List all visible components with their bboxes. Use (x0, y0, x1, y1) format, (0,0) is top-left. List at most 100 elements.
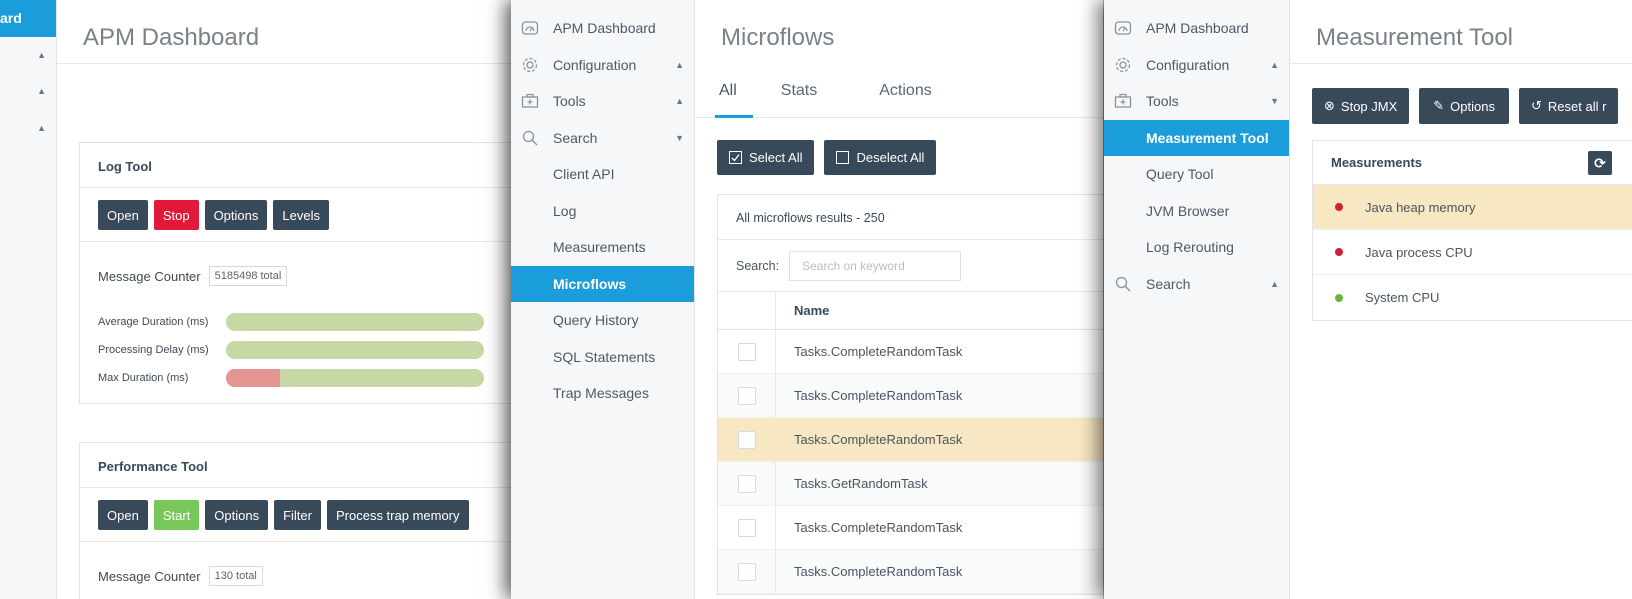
status-dot-green (1335, 293, 1343, 302)
sidebar-item-label: APM Dashboard (553, 20, 656, 37)
tab-bar: All Stats Actions (695, 64, 1103, 118)
table-row[interactable]: Tasks.CompleteRandomTask (718, 418, 1103, 462)
log-tool-toolbar: Open Stop Options Levels (80, 188, 540, 242)
sidebar-item-measurements[interactable]: Measurements (511, 229, 694, 266)
chevron-up-icon: ▲ (1270, 278, 1279, 289)
sidebar-item-sql-statements[interactable]: SQL Statements (511, 339, 694, 376)
sidebar-item-label: Search (553, 129, 598, 146)
tab-all[interactable]: All (715, 64, 753, 118)
page-title: Microflows (721, 24, 835, 51)
table-row[interactable]: Tasks.CompleteRandomTask (718, 506, 1103, 550)
sidebar-item-label: Query History (553, 312, 639, 329)
button-label: Stop JMX (1340, 98, 1398, 114)
row-checkbox[interactable] (718, 506, 776, 549)
row-checkbox[interactable] (718, 550, 776, 593)
tab-actions[interactable]: Actions (863, 64, 947, 117)
column-header-name[interactable]: Name (776, 303, 829, 318)
results-label: All microflows results (736, 211, 853, 225)
reset-all-button[interactable]: ↺ Reset all r (1518, 88, 1619, 124)
refresh-icon[interactable]: ⟳ (1588, 151, 1612, 175)
list-item[interactable]: System CPU (1313, 275, 1632, 320)
sidebar-item-apm-dashboard[interactable]: APM Dashboard (511, 10, 694, 47)
microflow-name: Tasks.CompleteRandomTask (794, 520, 963, 535)
table-row[interactable]: Tasks.CompleteRandomTask (718, 374, 1103, 418)
sidebar-item-trap-messages[interactable]: Trap Messages (511, 375, 694, 412)
row-checkbox[interactable] (718, 330, 776, 373)
apm-dashboard-panel: ard ▲ ▲ ▲ APM Dashboard Log Tool Open Sto… (0, 0, 540, 599)
search-icon (1112, 273, 1134, 295)
sidebar-item-tools[interactable]: Tools ▼ (1104, 83, 1289, 120)
card-title: Measurements (1331, 155, 1423, 170)
open-button[interactable]: Open (98, 200, 148, 230)
search-label: Search: (736, 258, 780, 273)
message-counter: Message Counter 5185498 total (98, 266, 540, 286)
options-button[interactable]: Options (204, 200, 268, 230)
sidebar-item-client-api[interactable]: Client API (511, 156, 694, 193)
microflows-panel: APM Dashboard Configuration ▲ Tools ▲ Se… (511, 0, 1103, 599)
sidebar-item-label: Measurements (553, 239, 646, 256)
status-dot-red (1335, 203, 1343, 211)
start-button[interactable]: Start (153, 500, 200, 530)
counter-label: Message Counter (98, 268, 201, 284)
sidebar-item-query-tool[interactable]: Query Tool (1104, 156, 1289, 193)
options-button[interactable]: ✎ Options (1419, 88, 1509, 124)
page-title: APM Dashboard (57, 0, 540, 64)
sidebar-item-label: Client API (553, 166, 615, 183)
gauge-icon (1112, 17, 1134, 39)
metric-label: Max Duration (ms) (98, 372, 189, 384)
sidebar-item-label: Configuration (553, 56, 637, 73)
stop-jmx-button[interactable]: ⊗ Stop JMX (1312, 88, 1410, 124)
row-checkbox[interactable] (718, 418, 776, 461)
deselect-all-button[interactable]: Deselect All (824, 140, 937, 175)
sidebar-item-microflows[interactable]: Microflows (511, 265, 694, 302)
sidebar-item-label: Query Tool (1146, 166, 1214, 183)
sidebar-item-label: APM Dashboard (1146, 20, 1249, 37)
metric-label: Average Duration (ms) (98, 316, 209, 328)
sidebar-item-tools[interactable]: Tools ▲ (511, 83, 694, 120)
sidebar-item-search[interactable]: ▲ (0, 110, 56, 147)
header-checkbox-cell (718, 292, 776, 329)
sidebar-item-configuration[interactable]: Configuration ▲ (1104, 47, 1289, 84)
sidebar-item-configuration[interactable]: ▲ (0, 37, 56, 74)
metric-row: Processing Delay (ms) (98, 336, 540, 364)
open-button[interactable]: Open (98, 500, 148, 530)
table-row[interactable]: Tasks.CompleteRandomTask (718, 550, 1103, 594)
row-checkbox[interactable] (718, 462, 776, 505)
button-label: Select All (749, 150, 803, 165)
delay-bar (226, 341, 484, 359)
sidebar-item-log[interactable]: Log (511, 193, 694, 230)
tab-stats[interactable]: Stats (765, 64, 833, 117)
table-row[interactable]: Tasks.CompleteRandomTask (718, 330, 1103, 374)
counter-value: 5185498 total (208, 266, 288, 286)
sidebar: APM Dashboard Configuration ▲ Tools ▼ Me… (1104, 0, 1290, 599)
chevron-down-icon: ▼ (675, 132, 684, 143)
row-checkbox[interactable] (718, 374, 776, 417)
list-item[interactable]: Java heap memory (1313, 185, 1632, 230)
levels-button[interactable]: Levels (273, 200, 329, 230)
search-input[interactable] (789, 250, 962, 281)
sidebar-item-search[interactable]: Search ▲ (1104, 266, 1289, 303)
sidebar-item-search[interactable]: Search ▼ (511, 120, 694, 157)
sidebar-item-configuration[interactable]: Configuration ▲ (511, 47, 694, 84)
stop-button[interactable]: Stop (153, 200, 199, 230)
sidebar-item-query-history[interactable]: Query History (511, 302, 694, 339)
main-content: APM Dashboard Log Tool Open Stop Options Le… (57, 0, 540, 599)
microflow-name: Tasks.CompleteRandomTask (794, 388, 963, 403)
table-row[interactable]: Tasks.GetRandomTask (718, 462, 1103, 506)
sidebar-item-log-rerouting[interactable]: Log Rerouting (1104, 229, 1289, 266)
metric-row: Average Duration (ms) (98, 308, 540, 336)
list-item[interactable]: Java process CPU (1313, 230, 1632, 275)
sidebar-item-label: Tools (1146, 93, 1179, 110)
sidebar-item-apm-dashboard[interactable]: APM Dashboard (1104, 10, 1289, 47)
sidebar-item-tools[interactable]: ▲ (0, 73, 56, 110)
filter-button[interactable]: Filter (274, 500, 321, 530)
sidebar-item-jvm-browser[interactable]: JVM Browser (1104, 193, 1289, 230)
options-button[interactable]: Options (205, 500, 269, 530)
process-trap-memory-button[interactable]: Process trap memory (326, 500, 469, 530)
chevron-up-icon: ▲ (37, 49, 46, 60)
sidebar-item-measurement-tool[interactable]: Measurement Tool (1104, 119, 1289, 156)
sidebar-item-apm-dashboard[interactable]: ard (0, 0, 56, 37)
button-label: Deselect All (856, 150, 925, 165)
message-counter: Message Counter 130 total (98, 566, 540, 586)
select-all-button[interactable]: Select All (717, 140, 815, 175)
